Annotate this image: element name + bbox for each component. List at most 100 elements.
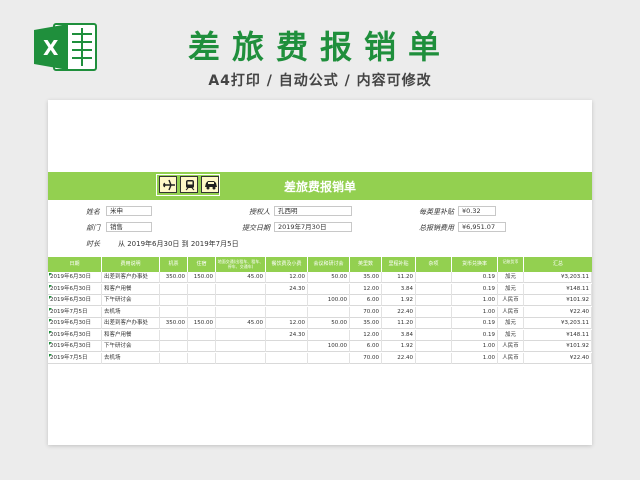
cell-total[interactable]: ¥101.92 bbox=[524, 295, 592, 306]
cell-miles[interactable]: 35.00 bbox=[350, 272, 382, 283]
cell-mileage-allowance[interactable]: 3.84 bbox=[382, 329, 416, 341]
col-header-airfare[interactable]: 机票 bbox=[160, 257, 188, 272]
cell-miles[interactable]: 70.00 bbox=[350, 352, 382, 364]
cell-description[interactable]: 下午研讨会 bbox=[102, 295, 160, 306]
cell-mileage-allowance[interactable]: 3.84 bbox=[382, 283, 416, 295]
cell-conference[interactable]: 50.00 bbox=[308, 272, 350, 283]
cell-date[interactable]: 2019年6月30日 bbox=[48, 295, 102, 306]
cell-airfare[interactable] bbox=[160, 295, 188, 306]
cell-description[interactable]: 和客户用餐 bbox=[102, 283, 160, 295]
cell-mileage-allowance[interactable]: 1.92 bbox=[382, 295, 416, 306]
cell-exchange-rate[interactable]: 1.00 bbox=[452, 352, 498, 364]
cell-date[interactable]: 2019年6月30日 bbox=[48, 283, 102, 295]
cell-exchange-rate[interactable]: 0.19 bbox=[452, 283, 498, 295]
cell-miles[interactable]: 12.00 bbox=[350, 329, 382, 341]
cell-ground-transport[interactable] bbox=[216, 283, 266, 295]
cell-mileage-allowance[interactable]: 1.92 bbox=[382, 341, 416, 352]
cell-miles[interactable]: 35.00 bbox=[350, 318, 382, 329]
cell-currency[interactable]: 人民币 bbox=[498, 352, 524, 364]
cell-airfare[interactable] bbox=[160, 329, 188, 341]
authorizer-field[interactable]: 孔西明 bbox=[274, 206, 352, 216]
col-header-date[interactable]: 日期 bbox=[48, 257, 102, 272]
col-header-currency[interactable]: 记账货币 bbox=[498, 257, 524, 272]
cell-meals[interactable] bbox=[266, 306, 308, 318]
cell-airfare[interactable]: 350.00 bbox=[160, 318, 188, 329]
cell-mileage-allowance[interactable]: 22.40 bbox=[382, 306, 416, 318]
cell-total[interactable]: ¥148.11 bbox=[524, 329, 592, 341]
cell-airfare[interactable] bbox=[160, 306, 188, 318]
col-header-lodging[interactable]: 住宿 bbox=[188, 257, 216, 272]
cell-exchange-rate[interactable]: 0.19 bbox=[452, 272, 498, 283]
cell-description[interactable]: 和客户用餐 bbox=[102, 329, 160, 341]
cell-conference[interactable] bbox=[308, 306, 350, 318]
cell-exchange-rate[interactable]: 1.00 bbox=[452, 306, 498, 318]
cell-currency[interactable]: 人民币 bbox=[498, 295, 524, 306]
cell-airfare[interactable] bbox=[160, 341, 188, 352]
cell-currency[interactable]: 加元 bbox=[498, 329, 524, 341]
cell-mileage-allowance[interactable]: 11.20 bbox=[382, 272, 416, 283]
cell-airfare[interactable] bbox=[160, 352, 188, 364]
cell-description[interactable]: 去机场 bbox=[102, 352, 160, 364]
cell-conference[interactable] bbox=[308, 329, 350, 341]
cell-date[interactable]: 2019年6月30日 bbox=[48, 318, 102, 329]
cell-exchange-rate[interactable]: 1.00 bbox=[452, 341, 498, 352]
cell-date[interactable]: 2019年7月5日 bbox=[48, 306, 102, 318]
cell-misc[interactable] bbox=[416, 318, 452, 329]
cell-date[interactable]: 2019年6月30日 bbox=[48, 272, 102, 283]
cell-lodging[interactable] bbox=[188, 295, 216, 306]
cell-total[interactable]: ¥148.11 bbox=[524, 283, 592, 295]
dept-field[interactable]: 销售 bbox=[106, 222, 152, 232]
cell-misc[interactable] bbox=[416, 272, 452, 283]
cell-meals[interactable] bbox=[266, 352, 308, 364]
cell-lodging[interactable] bbox=[188, 329, 216, 341]
cell-lodging[interactable] bbox=[188, 306, 216, 318]
col-header-mileage-allowance[interactable]: 里程补贴 bbox=[382, 257, 416, 272]
cell-miles[interactable]: 6.00 bbox=[350, 295, 382, 306]
cell-airfare[interactable] bbox=[160, 283, 188, 295]
cell-lodging[interactable]: 150.00 bbox=[188, 272, 216, 283]
cell-misc[interactable] bbox=[416, 295, 452, 306]
cell-date[interactable]: 2019年6月30日 bbox=[48, 341, 102, 352]
cell-conference[interactable]: 100.00 bbox=[308, 341, 350, 352]
cell-ground-transport[interactable] bbox=[216, 341, 266, 352]
cell-currency[interactable]: 加元 bbox=[498, 283, 524, 295]
cell-misc[interactable] bbox=[416, 283, 452, 295]
col-header-miles[interactable]: 英里数 bbox=[350, 257, 382, 272]
cell-miles[interactable]: 70.00 bbox=[350, 306, 382, 318]
name-field[interactable]: 米申 bbox=[106, 206, 152, 216]
cell-exchange-rate[interactable]: 1.00 bbox=[452, 295, 498, 306]
cell-total[interactable]: ¥22.40 bbox=[524, 352, 592, 364]
cell-miles[interactable]: 12.00 bbox=[350, 283, 382, 295]
cell-conference[interactable] bbox=[308, 283, 350, 295]
cell-meals[interactable] bbox=[266, 295, 308, 306]
cell-conference[interactable]: 100.00 bbox=[308, 295, 350, 306]
cell-ground-transport[interactable] bbox=[216, 352, 266, 364]
cell-misc[interactable] bbox=[416, 341, 452, 352]
total-expense-field[interactable]: ¥6,951.07 bbox=[458, 222, 506, 232]
cell-ground-transport[interactable] bbox=[216, 295, 266, 306]
mileage-field[interactable]: ¥0.32 bbox=[458, 206, 496, 216]
cell-ground-transport[interactable] bbox=[216, 306, 266, 318]
cell-ground-transport[interactable]: 45.00 bbox=[216, 318, 266, 329]
cell-ground-transport[interactable]: 45.00 bbox=[216, 272, 266, 283]
col-header-total[interactable]: 汇总 bbox=[524, 257, 592, 272]
cell-description[interactable]: 出差到客户办事处 bbox=[102, 272, 160, 283]
cell-total[interactable]: ¥22.40 bbox=[524, 306, 592, 318]
cell-meals[interactable]: 24.30 bbox=[266, 329, 308, 341]
cell-lodging[interactable] bbox=[188, 283, 216, 295]
cell-total[interactable]: ¥3,203.11 bbox=[524, 318, 592, 329]
cell-currency[interactable]: 人民币 bbox=[498, 306, 524, 318]
cell-description[interactable]: 出差到客户办事处 bbox=[102, 318, 160, 329]
col-header-ground-transport[interactable]: 地面交通(出租车、租车、停车、交通车) bbox=[216, 257, 266, 272]
col-header-meals[interactable]: 餐饮费及小费 bbox=[266, 257, 308, 272]
cell-currency[interactable]: 人民币 bbox=[498, 341, 524, 352]
cell-meals[interactable]: 12.00 bbox=[266, 272, 308, 283]
col-header-exchange-rate[interactable]: 货币兑换率 bbox=[452, 257, 498, 272]
cell-mileage-allowance[interactable]: 11.20 bbox=[382, 318, 416, 329]
cell-lodging[interactable]: 150.00 bbox=[188, 318, 216, 329]
cell-conference[interactable]: 50.00 bbox=[308, 318, 350, 329]
cell-mileage-allowance[interactable]: 22.40 bbox=[382, 352, 416, 364]
cell-meals[interactable] bbox=[266, 341, 308, 352]
cell-description[interactable]: 去机场 bbox=[102, 306, 160, 318]
cell-ground-transport[interactable] bbox=[216, 329, 266, 341]
